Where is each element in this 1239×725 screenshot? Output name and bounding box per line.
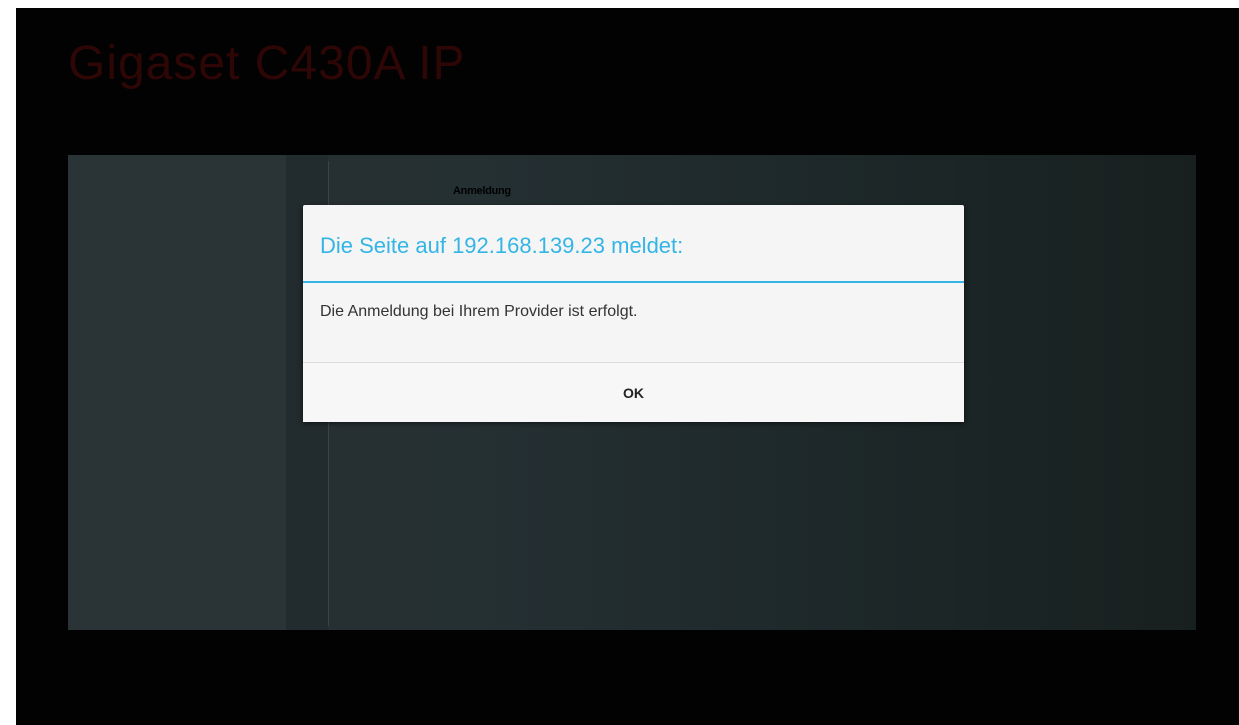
left-navigation xyxy=(68,155,286,630)
dialog-message: Die Anmeldung bei Ihrem Provider ist erf… xyxy=(320,303,638,320)
dialog-button-bar: OK xyxy=(303,362,964,422)
dialog-title-divider xyxy=(303,281,964,283)
dialog-title: Die Seite auf 192.168.139.23 meldet: xyxy=(320,233,684,258)
brand-title: Gigaset C430A IP xyxy=(68,37,466,90)
ok-button[interactable]: OK xyxy=(303,363,964,422)
page-heading: Anmeldung xyxy=(453,185,511,197)
device-screen: Gigaset C430A IP Anmeldung Die Seite auf… xyxy=(16,8,1239,725)
alert-dialog: Die Seite auf 192.168.139.23 meldet: Die… xyxy=(303,205,964,422)
